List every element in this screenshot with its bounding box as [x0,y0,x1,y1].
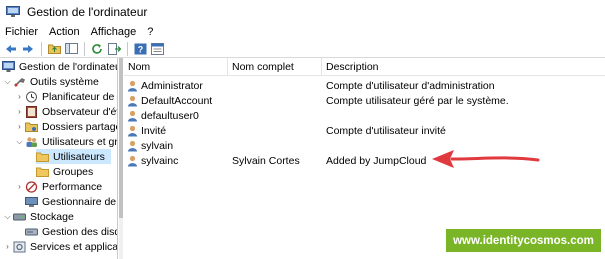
title-bar: Gestion de l'ordinateur [0,0,605,24]
user-icon [128,125,137,136]
services-icon [13,241,26,252]
folder-icon [36,152,49,162]
window-title: Gestion de l'ordinateur [27,5,148,19]
menu-bar: Fichier Action Affichage ? [0,24,605,39]
watermark-banner: www.identitycosmos.com [446,229,601,252]
tree-item-services-applications[interactable]: › Services et applicatio [3,239,117,254]
cell-name: sylvainc [124,155,228,167]
tree-item-system-tools[interactable]: ⌵ Outils système [3,74,98,89]
performance-icon [25,180,38,193]
device-manager-icon [25,196,38,207]
navigation-tree: Gestion de l'ordinateur (l ⌵ Outils syst… [0,58,118,259]
scrollbar-thumb[interactable] [119,58,123,218]
chevron-right-icon[interactable]: › [15,107,24,116]
tree-item-shared-folders[interactable]: › Dossiers partagés [15,119,117,134]
toolbar-separator [84,41,85,56]
menu-help[interactable]: ? [147,26,153,38]
toolbar-separator [41,41,42,56]
menu-affichage[interactable]: Affichage [91,26,137,38]
user-icon [128,80,137,91]
toolbar: ? [0,40,605,57]
help-icon[interactable]: ? [132,41,148,56]
tree-item-performance[interactable]: › Performance [15,179,102,194]
menu-action[interactable]: Action [49,26,80,38]
chevron-right-icon[interactable]: › [15,122,24,131]
list-header: Nom Nom complet Description [124,58,605,76]
user-icon [128,155,137,166]
task-scheduler-icon [26,91,37,102]
tree-item-event-viewer[interactable]: › Observateur d'évén [15,104,117,119]
column-header-fullname[interactable]: Nom complet [228,58,322,76]
chevron-down-icon[interactable]: ⌵ [15,137,24,147]
chevron-right-icon[interactable]: › [15,182,24,191]
folder-icon [36,167,49,177]
tree-scrollbar[interactable] [119,58,123,259]
table-row[interactable]: Administrator Compte d'utilisateur d'adm… [124,78,605,93]
tree-item-utilisateurs[interactable]: Utilisateurs [36,149,111,164]
chevron-right-icon[interactable]: › [15,92,24,101]
back-arrow-icon[interactable] [3,41,19,56]
up-folder-icon[interactable] [46,41,62,56]
chevron-down-icon[interactable]: ⌵ [3,77,12,87]
cell-name: sylvain [124,140,228,152]
disk-management-icon [25,228,38,235]
table-row[interactable]: defaultuser0 [124,108,605,123]
tree-item-disk-management[interactable]: Gestion des disque [25,224,117,239]
chevron-right-icon[interactable]: › [3,242,12,251]
shared-folders-icon [25,122,38,132]
tree-item-task-scheduler[interactable]: › Planificateur de tâc [15,89,117,104]
tree-item-device-manager[interactable]: Gestionnaire de pé [25,194,117,209]
users-groups-icon [26,136,37,147]
table-row[interactable]: DefaultAccount Compte utilisateur géré p… [124,93,605,108]
cell-name: Invité [124,125,228,137]
column-header-description[interactable]: Description [322,58,605,76]
user-icon [128,110,137,121]
tree-item-computer-management[interactable]: Gestion de l'ordinateur (l [2,59,117,74]
toolbar-separator [127,41,128,56]
refresh-icon[interactable] [89,41,105,56]
cell-name: defaultuser0 [124,110,228,122]
tree-item-storage[interactable]: ⌵ Stockage [3,209,73,224]
export-list-icon[interactable] [106,41,122,56]
chevron-down-icon[interactable]: ⌵ [3,212,12,222]
tree-item-users-groups[interactable]: ⌵ Utilisateurs et grou [15,134,117,149]
cell-name: DefaultAccount [124,95,228,107]
storage-icon [13,213,26,220]
system-tools-icon [14,77,26,87]
computer-management-icon [6,6,20,17]
forward-arrow-icon[interactable] [20,41,36,56]
cell-name: Administrator [124,80,228,92]
column-header-name[interactable]: Nom [124,58,228,76]
annotation-arrow-icon [432,150,540,168]
table-row[interactable]: Invité Compte d'utilisateur invité [124,123,605,138]
menu-fichier[interactable]: Fichier [5,26,38,38]
properties-icon[interactable] [149,41,165,56]
user-icon [128,140,137,151]
show-hide-tree-icon[interactable] [63,41,79,56]
user-icon [128,95,137,106]
svg-text:?: ? [137,44,143,54]
tree-item-groupes[interactable]: Groupes [36,164,93,179]
computer-management-icon [2,60,15,72]
event-viewer-icon [26,105,37,118]
